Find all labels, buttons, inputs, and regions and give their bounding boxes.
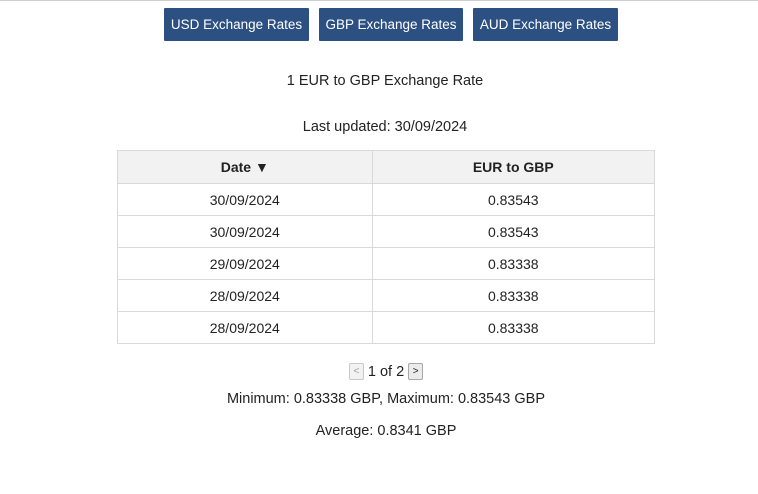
table-row: 30/09/2024 0.83543 <box>117 183 656 216</box>
sort-descending-icon: ▼ <box>254 159 269 175</box>
table-row: 28/09/2024 0.83338 <box>117 279 656 312</box>
table-row: 28/09/2024 0.83338 <box>117 311 656 344</box>
gbp-exchange-rates-button[interactable]: GBP Exchange Rates <box>319 8 463 41</box>
page-indicator: 1 of 2 <box>367 363 405 380</box>
rate-cell: 0.83338 <box>371 279 656 312</box>
currency-nav: USD Exchange Rates GBP Exchange Rates AU… <box>164 8 618 41</box>
last-updated-date: 30/09/2024 <box>394 119 468 135</box>
previous-page-button[interactable]: < <box>348 363 364 380</box>
pagination: < 1 of 2 > <box>0 363 758 380</box>
table-header-row: Date ▼ EUR to GBP <box>117 150 656 184</box>
top-divider <box>0 0 758 1</box>
date-cell: 30/09/2024 <box>117 215 373 248</box>
exchange-rate-table: Date ▼ EUR to GBP 30/09/2024 0.83543 30/… <box>117 150 656 344</box>
page-title: 1 EUR to GBP Exchange Rate <box>286 73 484 89</box>
date-cell: 30/09/2024 <box>117 183 373 216</box>
date-column-header[interactable]: Date ▼ <box>117 150 373 184</box>
table-row: 30/09/2024 0.83543 <box>117 215 656 248</box>
date-header-label: Date <box>220 159 252 175</box>
last-updated-label: Last updated: <box>302 119 391 135</box>
date-cell: 29/09/2024 <box>117 247 373 280</box>
aud-exchange-rates-button[interactable]: AUD Exchange Rates <box>473 8 618 41</box>
min-max-summary: Minimum: 0.83338 GBP, Maximum: 0.83543 G… <box>226 391 546 407</box>
rate-cell: 0.83543 <box>371 215 656 248</box>
rate-cell: 0.83543 <box>371 183 656 216</box>
rate-cell: 0.83338 <box>371 247 656 280</box>
last-updated: Last updated: 30/09/2024 <box>0 119 758 135</box>
rate-column-header[interactable]: EUR to GBP <box>371 150 656 184</box>
date-cell: 28/09/2024 <box>117 311 373 344</box>
date-cell: 28/09/2024 <box>117 279 373 312</box>
next-page-button[interactable]: > <box>408 363 424 380</box>
average-summary: Average: 0.8341 GBP <box>315 423 457 439</box>
rate-cell: 0.83338 <box>371 311 656 344</box>
usd-exchange-rates-button[interactable]: USD Exchange Rates <box>164 8 309 41</box>
table-row: 29/09/2024 0.83338 <box>117 247 656 280</box>
